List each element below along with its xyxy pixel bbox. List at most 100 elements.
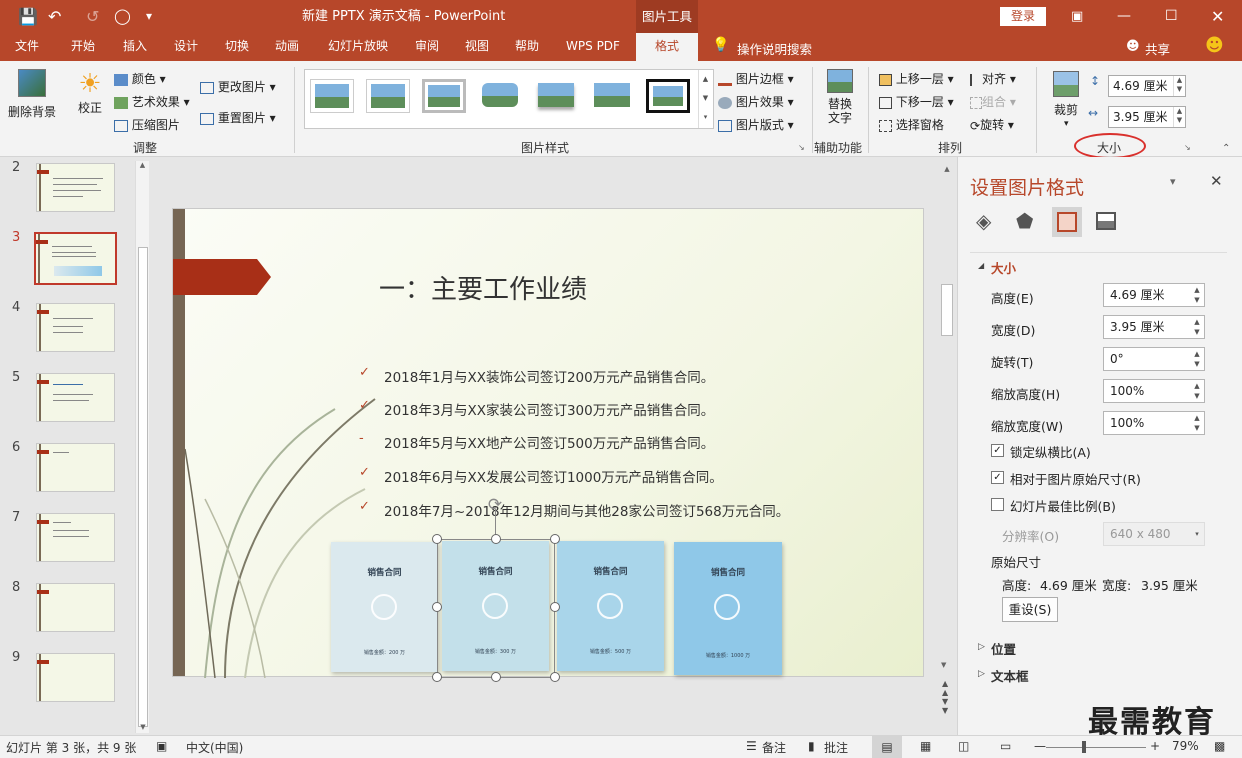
zoom-in-icon[interactable]: + [1150, 739, 1160, 753]
spell-check-icon[interactable]: ▣ [156, 739, 167, 753]
best-scale-checkbox[interactable] [991, 498, 1004, 511]
resize-handle[interactable] [550, 672, 560, 682]
styles-launcher-icon[interactable]: ↘ [798, 143, 805, 152]
slide-thumbnail[interactable] [36, 373, 115, 422]
tab-format[interactable]: 格式 [636, 33, 698, 61]
zoom-out-icon[interactable]: — [1034, 739, 1046, 753]
rotate-input[interactable]: 0° ▲ ▼ [1103, 347, 1205, 371]
prev-slide-icon[interactable]: ▲ ▲ [942, 679, 948, 697]
resize-handle[interactable] [550, 534, 560, 544]
qat-customize-icon[interactable]: ▾ [146, 0, 152, 33]
change-picture-button[interactable]: 更改图片 ▾ [200, 78, 276, 95]
tab-home[interactable]: 开始 [60, 33, 106, 61]
contract-image[interactable]: 销售合同 销售金额：1000 万 [674, 542, 782, 675]
resize-handle[interactable] [432, 672, 442, 682]
slides-scroll-thumb[interactable] [138, 247, 148, 727]
ribbon-display-icon[interactable]: ▣ [1071, 0, 1083, 33]
correct-button[interactable]: ☀ 校正 [72, 69, 108, 116]
group-button[interactable]: 组合 ▾ [970, 93, 1016, 110]
zoom-slider-thumb[interactable] [1082, 741, 1086, 753]
tab-animations[interactable]: 动画 [264, 33, 310, 61]
slide-thumbnail[interactable] [36, 583, 115, 632]
resize-handle[interactable] [491, 534, 501, 544]
slide-thumbnail[interactable] [36, 163, 115, 212]
scale-height-input[interactable]: 100% ▲ ▼ [1103, 379, 1205, 403]
picture-layout-button[interactable]: 图片版式 ▾ [718, 116, 794, 133]
reset-picture-button[interactable]: 重置图片 ▾ [200, 109, 276, 126]
resize-handle[interactable] [491, 672, 501, 682]
bullet-text[interactable]: 2018年3月与XX家装公司签订300万元产品销售合同。 [384, 399, 714, 419]
section-position-header[interactable]: 位置 [991, 639, 1016, 658]
color-button[interactable]: 颜色 ▾ [114, 70, 166, 87]
pane-options-icon[interactable]: ▾ [1170, 175, 1176, 188]
slides-scrollbar[interactable]: ▲ ▼ [135, 161, 149, 733]
language-indicator[interactable]: 中文(中国) [186, 739, 243, 756]
ribbon-height-input[interactable]: 4.69 厘米 ▲ ▼ [1108, 75, 1186, 97]
gallery-scroll[interactable]: ▲ ▼ ▾ [698, 70, 712, 128]
send-backward-button[interactable]: 下移一层 ▾ [879, 93, 954, 110]
comments-button[interactable]: 批注 [824, 739, 848, 756]
ribbon-width-input[interactable]: 3.95 厘米 ▲ ▼ [1108, 106, 1186, 128]
tab-transitions[interactable]: 切换 [214, 33, 260, 61]
picture-style-5[interactable] [534, 79, 578, 113]
slide-thumbnail[interactable] [36, 303, 115, 352]
slide-thumbnail-active[interactable] [34, 232, 117, 285]
next-slide-icon[interactable]: ▼ ▼ [942, 697, 948, 715]
tab-review[interactable]: 审阅 [404, 33, 450, 61]
picture-style-7[interactable] [646, 79, 690, 113]
crop-dropdown-icon[interactable]: ▾ [1064, 119, 1069, 129]
close-icon[interactable]: ✕ [1211, 0, 1224, 33]
zoom-level[interactable]: 79% [1172, 739, 1199, 753]
lock-ratio-label[interactable]: 锁定纵横比(A) [1010, 442, 1091, 461]
size-launcher-icon[interactable]: ↘ [1184, 143, 1191, 152]
tab-view[interactable]: 视图 [454, 33, 500, 61]
tab-design[interactable]: 设计 [163, 33, 209, 61]
share-button[interactable]: 共享 [1145, 39, 1170, 58]
section-size-header[interactable]: 大小 [991, 258, 1016, 277]
maximize-icon[interactable]: ☐ [1165, 0, 1178, 33]
picture-style-1[interactable] [310, 79, 354, 113]
tab-wps-pdf[interactable]: WPS PDF [557, 33, 629, 61]
pane-close-icon[interactable]: ✕ [1210, 172, 1223, 190]
rotate-handle-icon[interactable]: ⟳ [485, 495, 505, 515]
contract-image[interactable]: 销售合同 销售金额：200 万 [331, 542, 438, 672]
fit-slide-icon[interactable]: ▩ [1214, 739, 1225, 753]
bullet-text[interactable]: 2018年6月与XX发展公司签订1000万元产品销售合同。 [384, 466, 723, 486]
fill-line-icon[interactable]: ◈ [976, 209, 991, 233]
undo-icon[interactable]: ↶ [48, 0, 61, 33]
tab-help[interactable]: 帮助 [504, 33, 550, 61]
crop-button[interactable]: 裁剪 [1048, 71, 1084, 118]
selection-pane-button[interactable]: 选择窗格 [879, 116, 944, 133]
reading-view-icon[interactable]: ◫ [958, 739, 969, 753]
slide-thumbnail[interactable] [36, 653, 115, 702]
rotate-button[interactable]: ⟳旋转 ▾ [970, 116, 1014, 133]
art-effect-button[interactable]: 艺术效果 ▾ [114, 93, 190, 110]
zoom-slider[interactable] [1046, 747, 1146, 748]
slide-scrollbar[interactable]: ▲ ▼ ▲ ▲ ▼ ▼ [938, 157, 956, 735]
tell-me-search[interactable]: 操作说明搜索 [737, 39, 812, 58]
minimize-icon[interactable]: — [1117, 0, 1131, 33]
login-button[interactable]: 登录 [1000, 7, 1046, 26]
notes-button[interactable]: 备注 [762, 739, 786, 756]
picture-style-6[interactable] [590, 79, 634, 113]
slideshow-view-icon[interactable]: ▭ [1000, 739, 1011, 753]
bullet-text[interactable]: 2018年1月与XX装饰公司签订200万元产品销售合同。 [384, 366, 714, 386]
slide-thumbnail[interactable] [36, 513, 115, 562]
section-textbox-header[interactable]: 文本框 [991, 666, 1029, 685]
picture-style-2[interactable] [366, 79, 410, 113]
bullet-text[interactable]: 2018年7月~2018年12月期间与其他28家公司签订568万元合同。 [384, 500, 789, 520]
compress-button[interactable]: 压缩图片 [114, 116, 180, 133]
slide[interactable]: 一：主要工作业绩 ✓ 2018年1月与XX装饰公司签订200万元产品销售合同。 … [172, 208, 924, 682]
resize-handle[interactable] [550, 602, 560, 612]
tab-file[interactable]: 文件 [4, 33, 50, 61]
reset-size-button[interactable]: 重设(S) [1002, 597, 1058, 622]
resolution-select[interactable]: 640 x 480 ▾ [1103, 522, 1205, 546]
effects-icon[interactable]: ⬟ [1016, 209, 1033, 233]
tab-insert[interactable]: 插入 [112, 33, 158, 61]
bullet-text[interactable]: 2018年5月与XX地产公司签订500万元产品销售合同。 [384, 432, 714, 452]
smiley-icon[interactable]: ☻ [1205, 35, 1224, 56]
slide-title[interactable]: 一：主要工作业绩 [379, 269, 587, 306]
tab-slideshow[interactable]: 幻灯片放映 [318, 33, 398, 61]
relative-original-checkbox[interactable]: ✓ [991, 471, 1004, 484]
normal-view-button[interactable]: ▤ [872, 736, 902, 758]
